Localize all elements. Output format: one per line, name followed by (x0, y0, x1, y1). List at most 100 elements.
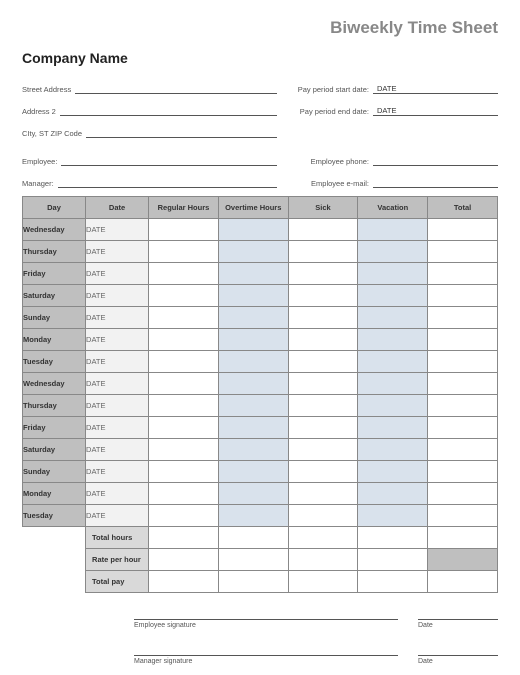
manager-sig-date[interactable]: Date (418, 655, 498, 665)
table-row: FridayDATE (23, 263, 498, 285)
date-cell[interactable]: DATE (86, 219, 149, 241)
row-total-cell (428, 395, 498, 417)
regular-cell[interactable] (149, 373, 219, 395)
vacation-cell[interactable] (358, 307, 428, 329)
manager-input[interactable] (58, 178, 277, 188)
sick-cell[interactable] (288, 285, 358, 307)
date-cell[interactable]: DATE (86, 285, 149, 307)
date-cell[interactable]: DATE (86, 329, 149, 351)
day-cell: Sunday (23, 307, 86, 329)
sick-cell[interactable] (288, 351, 358, 373)
date-cell[interactable]: DATE (86, 241, 149, 263)
overtime-cell[interactable] (218, 263, 288, 285)
date-cell[interactable]: DATE (86, 395, 149, 417)
sick-cell[interactable] (288, 483, 358, 505)
overtime-cell[interactable] (218, 505, 288, 527)
day-cell: Wednesday (23, 219, 86, 241)
date-cell[interactable]: DATE (86, 461, 149, 483)
sick-cell[interactable] (288, 219, 358, 241)
sick-cell[interactable] (288, 439, 358, 461)
regular-cell[interactable] (149, 219, 219, 241)
overtime-cell[interactable] (218, 241, 288, 263)
date-cell[interactable]: DATE (86, 439, 149, 461)
total-overtime (218, 527, 288, 549)
overtime-cell[interactable] (218, 285, 288, 307)
email-input[interactable] (373, 178, 498, 188)
vacation-cell[interactable] (358, 417, 428, 439)
overtime-cell[interactable] (218, 373, 288, 395)
vacation-cell[interactable] (358, 395, 428, 417)
employee-input[interactable] (61, 156, 277, 166)
regular-cell[interactable] (149, 241, 219, 263)
regular-cell[interactable] (149, 417, 219, 439)
regular-cell[interactable] (149, 307, 219, 329)
regular-cell[interactable] (149, 483, 219, 505)
date-cell[interactable]: DATE (86, 351, 149, 373)
overtime-cell[interactable] (218, 461, 288, 483)
vacation-cell[interactable] (358, 483, 428, 505)
regular-cell[interactable] (149, 285, 219, 307)
sick-cell[interactable] (288, 461, 358, 483)
employee-signature-line[interactable]: Employee signature (134, 619, 398, 629)
overtime-cell[interactable] (218, 307, 288, 329)
vacation-cell[interactable] (358, 505, 428, 527)
rate-sick[interactable] (288, 549, 358, 571)
overtime-cell[interactable] (218, 439, 288, 461)
overtime-cell[interactable] (218, 417, 288, 439)
regular-cell[interactable] (149, 505, 219, 527)
day-cell: Thursday (23, 241, 86, 263)
date-cell[interactable]: DATE (86, 307, 149, 329)
vacation-cell[interactable] (358, 263, 428, 285)
overtime-cell[interactable] (218, 351, 288, 373)
vacation-cell[interactable] (358, 373, 428, 395)
overtime-cell[interactable] (218, 219, 288, 241)
phone-input[interactable] (373, 156, 498, 166)
regular-cell[interactable] (149, 329, 219, 351)
date-cell[interactable]: DATE (86, 263, 149, 285)
sick-cell[interactable] (288, 307, 358, 329)
employee-sig-date[interactable]: Date (418, 619, 498, 629)
vacation-cell[interactable] (358, 461, 428, 483)
addr2-input[interactable] (60, 106, 277, 116)
vacation-cell[interactable] (358, 285, 428, 307)
date-cell[interactable]: DATE (86, 505, 149, 527)
sick-cell[interactable] (288, 373, 358, 395)
csz-input[interactable] (86, 128, 277, 138)
vacation-cell[interactable] (358, 439, 428, 461)
sick-cell[interactable] (288, 241, 358, 263)
regular-cell[interactable] (149, 395, 219, 417)
day-cell: Saturday (23, 439, 86, 461)
sick-cell[interactable] (288, 417, 358, 439)
rate-regular[interactable] (149, 549, 219, 571)
vacation-cell[interactable] (358, 241, 428, 263)
sick-cell[interactable] (288, 395, 358, 417)
date-cell[interactable]: DATE (86, 483, 149, 505)
sick-cell[interactable] (288, 263, 358, 285)
overtime-cell[interactable] (218, 395, 288, 417)
rate-vacation[interactable] (358, 549, 428, 571)
total-regular (149, 527, 219, 549)
overtime-cell[interactable] (218, 329, 288, 351)
period-end-value[interactable]: DATE (373, 106, 498, 116)
vacation-cell[interactable] (358, 351, 428, 373)
col-regular: Regular Hours (149, 197, 219, 219)
regular-cell[interactable] (149, 263, 219, 285)
pay-total (428, 571, 498, 593)
regular-cell[interactable] (149, 461, 219, 483)
manager-signature-line[interactable]: Manager signature (134, 655, 398, 665)
date-cell[interactable]: DATE (86, 417, 149, 439)
period-start-value[interactable]: DATE (373, 84, 498, 94)
vacation-cell[interactable] (358, 329, 428, 351)
vacation-cell[interactable] (358, 219, 428, 241)
regular-cell[interactable] (149, 351, 219, 373)
csz-label: CIty, ST ZIP Code (22, 129, 86, 138)
rate-overtime[interactable] (218, 549, 288, 571)
regular-cell[interactable] (149, 439, 219, 461)
col-overtime: Overtime Hours (218, 197, 288, 219)
sick-cell[interactable] (288, 329, 358, 351)
sick-cell[interactable] (288, 505, 358, 527)
overtime-cell[interactable] (218, 483, 288, 505)
rate-label: Rate per hour (86, 549, 149, 571)
street-input[interactable] (75, 84, 277, 94)
date-cell[interactable]: DATE (86, 373, 149, 395)
